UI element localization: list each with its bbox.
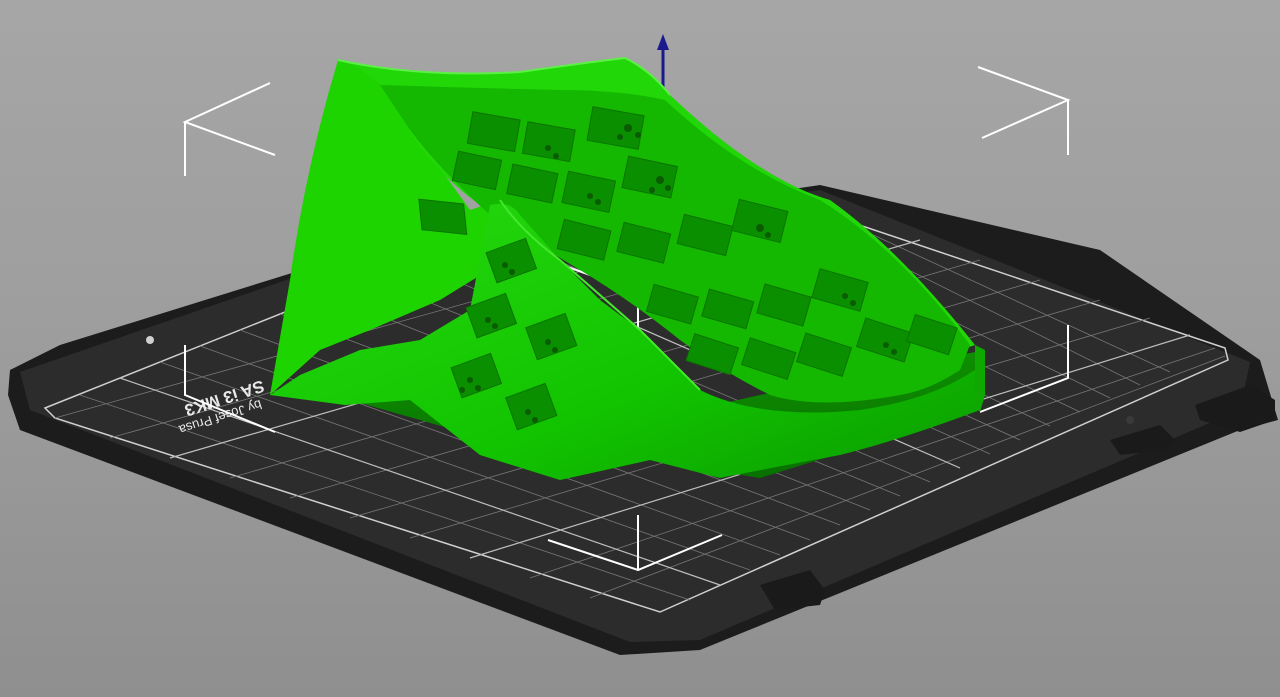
bed-mount-hole-icon [146, 336, 154, 344]
bed-mount-hole-icon [1126, 416, 1134, 424]
3d-viewport[interactable]: SA i3 MK3 by Josef Prusa [0, 0, 1280, 697]
scene-canvas[interactable]: SA i3 MK3 by Josef Prusa [0, 0, 1280, 697]
